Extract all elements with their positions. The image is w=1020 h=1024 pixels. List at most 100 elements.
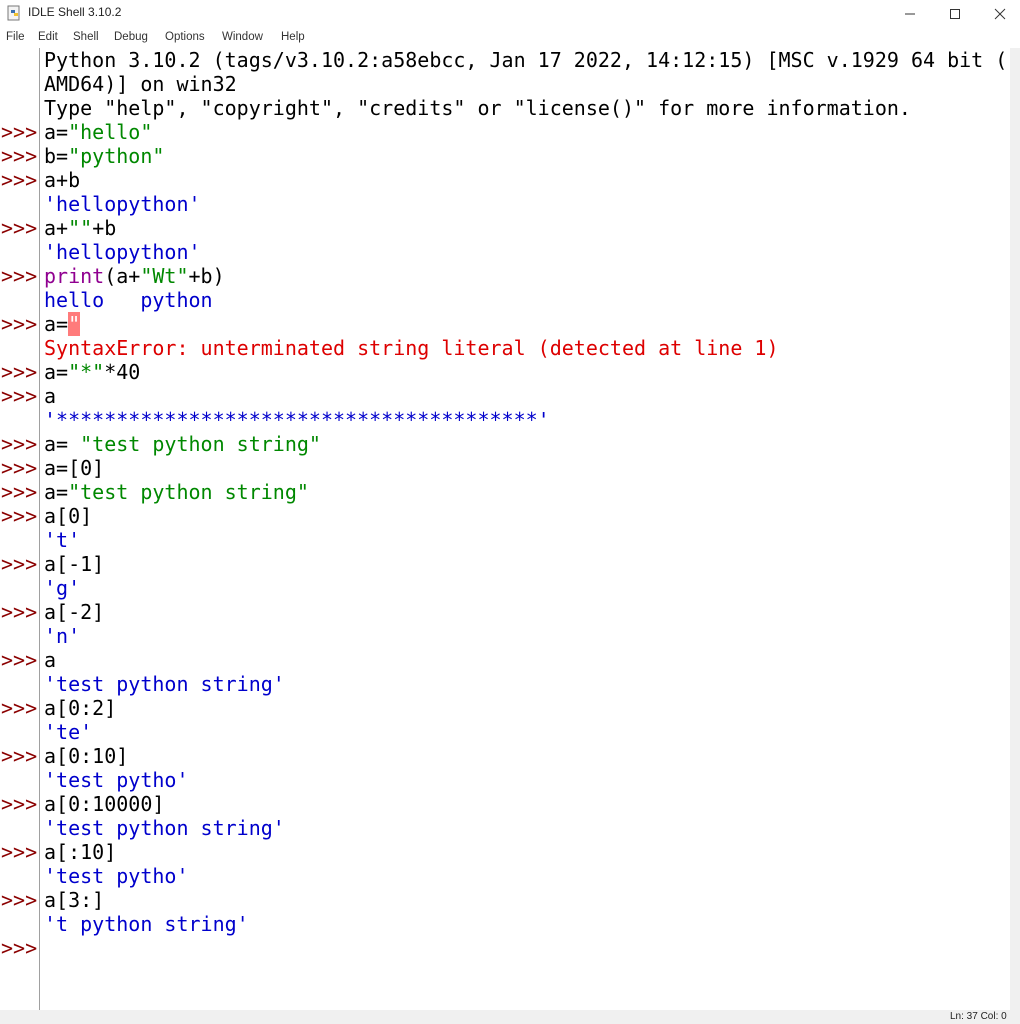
maximize-button[interactable] <box>932 0 978 28</box>
input-line: b="python" <box>44 144 164 168</box>
input-line: a="hello" <box>44 120 152 144</box>
maximize-icon <box>950 9 960 19</box>
input-line: a[3:] <box>44 888 104 912</box>
output-line: '***************************************… <box>44 408 550 432</box>
code-token: a[:10] <box>44 840 117 864</box>
input-line: a[-1] <box>44 552 104 576</box>
error-line: SyntaxError: unterminated string literal… <box>44 336 779 360</box>
input-line: a+b <box>44 168 80 192</box>
code-token: a+b <box>44 168 81 192</box>
code-token: a[0:10] <box>44 744 129 768</box>
code-token: "" <box>68 216 93 240</box>
banner-line: Python 3.10.2 (tags/v3.10.2:a58ebcc, Jan… <box>44 48 1008 72</box>
prompt-symbol: >>> <box>1 120 38 144</box>
title-bar: IDLE Shell 3.10.2 <box>0 0 1020 28</box>
prompt-symbol: >>> <box>1 888 38 912</box>
input-line: a <box>44 384 56 408</box>
prompt-symbol: >>> <box>1 552 38 576</box>
close-button[interactable] <box>977 0 1020 28</box>
input-line: a[0:10000] <box>44 792 164 816</box>
output-line: 't python string' <box>44 912 249 936</box>
code-token: "hello" <box>68 120 153 144</box>
menu-edit[interactable]: Edit <box>38 31 58 43</box>
close-icon <box>994 8 1006 20</box>
code-token: a=[0] <box>44 456 105 480</box>
output-line: 'g' <box>44 576 81 600</box>
code-token: a= <box>44 480 69 504</box>
prompt-gutter: >>> >>> >>> >>> >>> >>> >>> >>> >>> >>> >>> >>> >>> >… <box>0 48 40 1010</box>
prompt-symbol: >>> <box>1 648 38 672</box>
input-line: a= "test python string" <box>44 432 321 456</box>
prompt-symbol: >>> <box>1 360 38 384</box>
input-line: a[-2] <box>44 600 104 624</box>
code-token: a= <box>44 360 69 384</box>
window-title: IDLE Shell 3.10.2 <box>28 5 122 19</box>
menu-file[interactable]: File <box>6 31 25 43</box>
input-line: a+""+b <box>44 216 116 240</box>
code-token: +b) <box>188 264 225 288</box>
code-token: +b <box>92 216 117 240</box>
menu-window[interactable]: Window <box>222 31 263 43</box>
prompt-symbol: >>> <box>1 480 38 504</box>
output-line: 'hellopython' <box>44 240 201 264</box>
output-line: 'hellopython' <box>44 192 201 216</box>
input-line: a[0:2] <box>44 696 116 720</box>
prompt-symbol: >>> <box>1 504 38 528</box>
banner-line: Type "help", "copyright", "credits" or "… <box>44 96 911 120</box>
output-line: 't' <box>44 528 81 552</box>
active-prompt: >>> <box>1 936 38 960</box>
code-token: a= <box>44 312 69 336</box>
code-token: a[0:2] <box>44 696 117 720</box>
menu-options[interactable]: Options <box>165 31 205 43</box>
code-token: "test python string" <box>68 480 309 504</box>
prompt-symbol: >>> <box>1 744 38 768</box>
input-line: print(a+"Wt"+b) <box>44 264 225 288</box>
banner-line: AMD64)] on win32 <box>44 72 237 96</box>
code-token: a+ <box>44 216 69 240</box>
code-token: b= <box>44 144 69 168</box>
prompt-symbol: >>> <box>1 600 38 624</box>
input-line: a="test python string" <box>44 480 309 504</box>
output-line: 'n' <box>44 624 81 648</box>
prompt-symbol: >>> <box>1 264 38 288</box>
output-line: 'test python string' <box>44 672 285 696</box>
prompt-symbol: >>> <box>1 216 38 240</box>
input-line: a="*"*40 <box>44 360 140 384</box>
prompt-symbol: >>> <box>1 312 38 336</box>
menu-bar: File Edit Shell Debug Options Window Hel… <box>0 28 1020 48</box>
menu-debug[interactable]: Debug <box>114 31 148 43</box>
code-token: a[3:] <box>44 888 105 912</box>
menu-help[interactable]: Help <box>281 31 305 43</box>
minimize-button[interactable] <box>887 0 933 28</box>
output-line: hello python <box>44 288 213 312</box>
input-line: a=[0] <box>44 456 104 480</box>
code-token: print <box>44 264 105 288</box>
code-token: a <box>44 648 57 672</box>
code-token: " <box>68 312 81 336</box>
prompt-symbol: >>> <box>1 840 38 864</box>
shell-text-area[interactable]: Python 3.10.2 (tags/v3.10.2:a58ebcc, Jan… <box>41 48 1010 1010</box>
prompt-symbol: >>> <box>1 384 38 408</box>
code-token: (a+ <box>104 264 141 288</box>
input-line: a[:10] <box>44 840 116 864</box>
code-token: a <box>44 384 57 408</box>
code-token: a[-1] <box>44 552 105 576</box>
menu-shell[interactable]: Shell <box>73 31 99 43</box>
output-line: 'test pytho' <box>44 768 189 792</box>
prompt-symbol: >>> <box>1 792 38 816</box>
code-token: a= <box>44 432 81 456</box>
python-idle-icon <box>6 5 23 22</box>
code-token: "*" <box>68 360 105 384</box>
output-line: 'te' <box>44 720 93 744</box>
code-token: "Wt" <box>140 264 189 288</box>
prompt-symbol: >>> <box>1 696 38 720</box>
output-line: 'test pytho' <box>44 864 189 888</box>
code-token: a= <box>44 120 69 144</box>
vertical-scrollbar[interactable] <box>1010 48 1020 1010</box>
code-token: a[-2] <box>44 600 105 624</box>
prompt-symbol: >>> <box>1 456 38 480</box>
code-token: a[0] <box>44 504 93 528</box>
code-token: "test python string" <box>80 432 321 456</box>
input-line: a[0:10] <box>44 744 128 768</box>
prompt-symbol: >>> <box>1 144 38 168</box>
